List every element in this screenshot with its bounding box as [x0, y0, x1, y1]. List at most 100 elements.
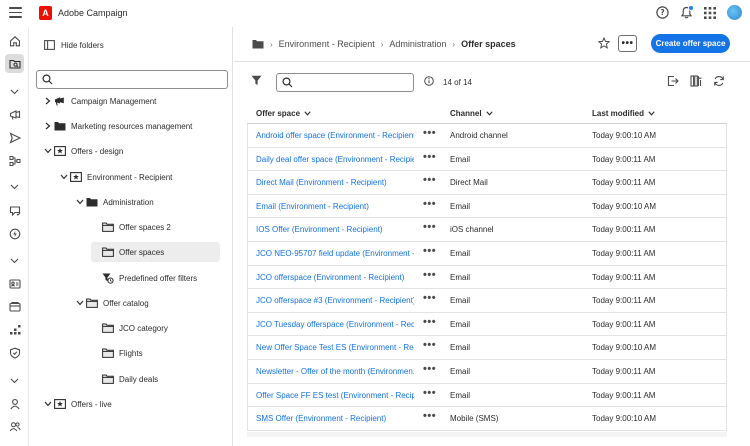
- row-more-actions-button[interactable]: •••: [423, 316, 436, 328]
- avatar[interactable]: [727, 5, 742, 20]
- chevron-down-icon[interactable]: [75, 300, 85, 306]
- create-offer-space-button[interactable]: Create offer space: [651, 34, 730, 53]
- table-row[interactable]: Direct Mail (Environment - Recipient) •••…: [247, 171, 727, 195]
- explorer-icon[interactable]: [5, 54, 24, 73]
- decisioning-icon[interactable]: [5, 224, 24, 243]
- offer-space-link[interactable]: Email (Environment - Recipient): [256, 202, 414, 211]
- apps-grid-icon[interactable]: [703, 6, 717, 20]
- horizontal-scrollbar[interactable]: [247, 432, 727, 437]
- chevron-right-icon[interactable]: [43, 97, 53, 105]
- folder-tree-item[interactable]: Environment - Recipient: [59, 167, 172, 187]
- person-icon[interactable]: [5, 394, 24, 413]
- offer-space-link[interactable]: JCO Tuesday offerspace (Environment - Re…: [256, 320, 414, 329]
- export-icon[interactable]: [667, 75, 679, 89]
- table-row[interactable]: JCO offerspace (Environment - Recipient)…: [247, 265, 727, 290]
- offer-space-link[interactable]: Offer Space FF ES test (Environment - Re…: [256, 391, 414, 400]
- chevron-right-icon[interactable]: [43, 122, 53, 130]
- folder-tree-item[interactable]: Predefined offer filters: [91, 268, 197, 288]
- refresh-icon[interactable]: [713, 75, 725, 89]
- home-icon[interactable]: [5, 31, 24, 50]
- offer-space-link[interactable]: JCO offerspace (Environment - Recipient): [256, 273, 414, 282]
- folder-tree-item[interactable]: Offer spaces: [91, 242, 220, 262]
- folder-tree-item[interactable]: JCO category: [91, 318, 168, 338]
- column-header-channel[interactable]: Channel: [450, 109, 493, 118]
- row-more-actions-button[interactable]: •••: [423, 221, 436, 233]
- offer-space-link[interactable]: JCO NEO-95707 field update (Environment …: [256, 249, 414, 258]
- folder-tree-item[interactable]: Marketing resources management: [43, 116, 192, 136]
- columns-icon[interactable]: [690, 75, 702, 89]
- table-row[interactable]: IOS Offer (Environment - Recipient) ••• iO…: [247, 218, 727, 242]
- more-actions-button[interactable]: •••: [618, 35, 637, 52]
- row-more-actions-button[interactable]: •••: [423, 174, 436, 186]
- table-row[interactable]: Newsletter - Offer of the month (Environ…: [247, 359, 727, 384]
- offer-space-link[interactable]: IOS Offer (Environment - Recipient): [256, 225, 414, 234]
- workflows-icon[interactable]: [5, 320, 24, 339]
- folder-tree-item[interactable]: Administration: [75, 192, 154, 212]
- table-row[interactable]: Android offer space (Environment - Recip…: [247, 124, 727, 148]
- folder-tree-item[interactable]: Offers - design: [43, 141, 123, 161]
- list-search-input[interactable]: [276, 73, 414, 92]
- folder-tree-item[interactable]: Offer spaces 2: [91, 217, 171, 237]
- breadcrumb-item-administration[interactable]: Administration: [389, 39, 446, 49]
- row-more-actions-button[interactable]: •••: [423, 410, 436, 422]
- folder-search-input[interactable]: [36, 70, 228, 89]
- row-more-actions-button[interactable]: •••: [423, 269, 436, 281]
- row-more-actions-button[interactable]: •••: [423, 151, 436, 163]
- row-more-actions-button[interactable]: •••: [423, 127, 436, 139]
- journeys-icon[interactable]: [5, 151, 24, 170]
- chevron-down-icon[interactable]: [5, 82, 24, 101]
- folder-tree-item[interactable]: Offers - live: [43, 394, 112, 414]
- chevron-down-icon[interactable]: [59, 174, 69, 180]
- folder-tree-item[interactable]: Flights: [91, 343, 143, 363]
- offers-icon[interactable]: [5, 201, 24, 220]
- chevron-down-icon[interactable]: [5, 177, 24, 196]
- send-icon[interactable]: [5, 128, 24, 147]
- offer-space-link[interactable]: Android offer space (Environment - Recip…: [256, 131, 414, 140]
- folder-tree-item[interactable]: Daily deals: [91, 369, 158, 389]
- notifications-icon[interactable]: [679, 4, 694, 20]
- chevron-down-icon[interactable]: [43, 401, 53, 407]
- folder-tree-item[interactable]: Offer catalog: [75, 293, 149, 313]
- help-icon[interactable]: ?: [655, 6, 669, 20]
- folder-icon[interactable]: [252, 39, 264, 49]
- chevron-down-icon[interactable]: [43, 148, 53, 154]
- row-more-actions-button[interactable]: •••: [423, 339, 436, 351]
- table-row[interactable]: New Offer Space Test ES (Environment - R…: [247, 336, 727, 360]
- column-header-last-modified[interactable]: Last modified: [592, 109, 655, 118]
- table-row[interactable]: JCO Tuesday offerspace (Environment - Re…: [247, 312, 727, 337]
- people-icon[interactable]: [5, 417, 24, 436]
- offer-space-link[interactable]: Newsletter - Offer of the month (Environ…: [256, 367, 414, 376]
- row-more-actions-button[interactable]: •••: [423, 198, 436, 210]
- table-row[interactable]: SMS Offer (Environment - Recipient) ••• Mo…: [247, 407, 727, 431]
- hide-folders-button[interactable]: Hide folders: [44, 40, 104, 50]
- breadcrumb-item-environment[interactable]: Environment - Recipient: [279, 39, 375, 49]
- chevron-down-icon[interactable]: [75, 199, 85, 205]
- table-row[interactable]: Email (Environment - Recipient) ••• Email T…: [247, 194, 727, 219]
- chevron-down-icon: [648, 111, 655, 116]
- row-more-actions-button[interactable]: •••: [423, 387, 436, 399]
- row-more-actions-button[interactable]: •••: [423, 363, 436, 375]
- info-icon[interactable]: [424, 76, 434, 88]
- audiences-icon[interactable]: [5, 297, 24, 316]
- menu-icon[interactable]: [9, 7, 22, 19]
- column-header-offer-space[interactable]: Offer space: [256, 109, 311, 118]
- table-row[interactable]: Offer Space FF ES test (Environment - Re…: [247, 383, 727, 408]
- chevron-down-icon[interactable]: [5, 251, 24, 270]
- filter-icon[interactable]: [251, 75, 262, 88]
- row-more-actions-button[interactable]: •••: [423, 292, 436, 304]
- table-row[interactable]: JCO offerspace #3 (Environment - Recipie…: [247, 289, 727, 313]
- campaigns-icon[interactable]: [5, 105, 24, 124]
- offer-space-link[interactable]: SMS Offer (Environment - Recipient): [256, 414, 414, 423]
- table-row[interactable]: Daily deal offer space (Environment - Re…: [247, 147, 727, 172]
- offer-space-link[interactable]: New Offer Space Test ES (Environment - R…: [256, 343, 414, 352]
- favorite-star-icon[interactable]: [597, 36, 611, 51]
- profiles-icon[interactable]: [5, 274, 24, 293]
- security-icon[interactable]: [5, 343, 24, 362]
- offer-space-link[interactable]: JCO offerspace #3 (Environment - Recipie…: [256, 296, 414, 305]
- chevron-down-icon[interactable]: [5, 371, 24, 390]
- offer-space-link[interactable]: Direct Mail (Environment - Recipient): [256, 178, 414, 187]
- offer-space-link[interactable]: Daily deal offer space (Environment - Re…: [256, 155, 414, 164]
- row-more-actions-button[interactable]: •••: [423, 245, 436, 257]
- table-row[interactable]: JCO NEO-95707 field update (Environment …: [247, 241, 727, 266]
- folder-tree-item[interactable]: Campaign Management: [43, 91, 156, 111]
